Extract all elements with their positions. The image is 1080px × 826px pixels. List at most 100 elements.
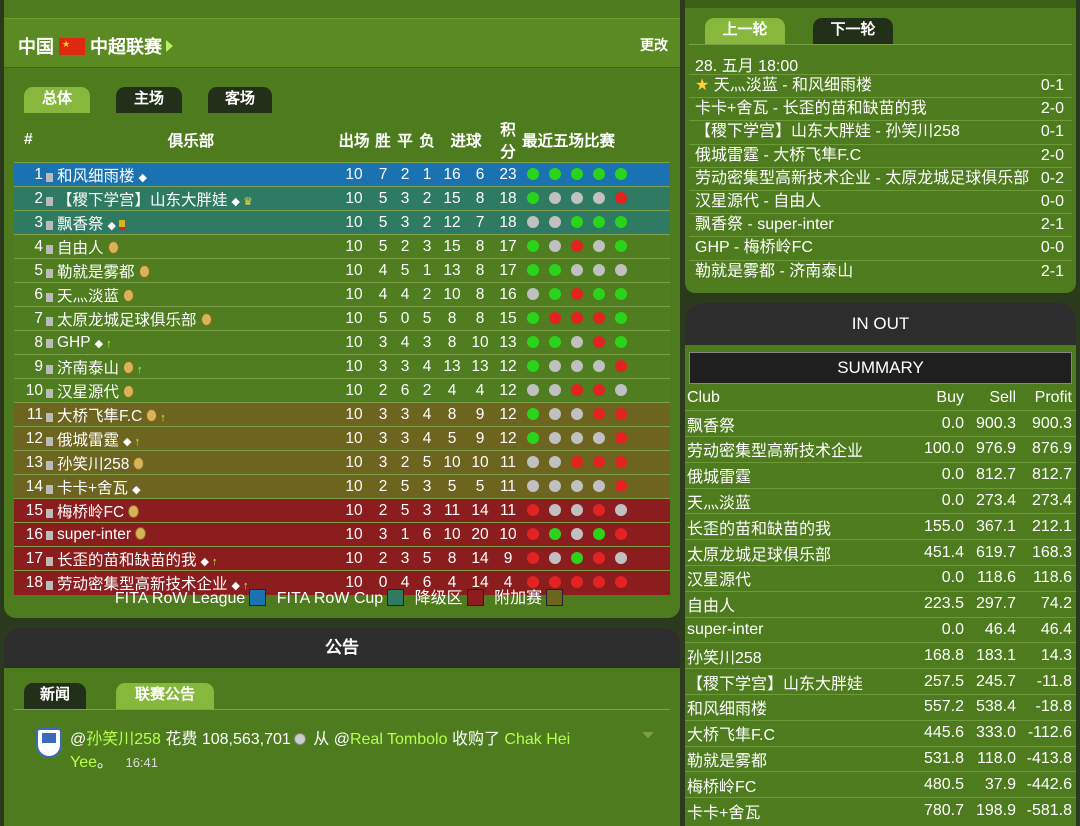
loss-dot-icon[interactable] [549, 311, 561, 324]
draw-dot-icon[interactable] [549, 479, 561, 492]
match-row[interactable]: 劳动密集型高新技术企业 - 太原龙城足球俱乐部 0-2 [689, 166, 1072, 190]
club-name-link[interactable]: 太原龙城足球俱乐部 [57, 312, 197, 329]
standings-row[interactable]: 12 俄城雷霆 ◆ ↑ 10 3 3 4 5 9 12 [14, 426, 670, 451]
club-name-link[interactable]: super-inter [57, 526, 131, 543]
change-league-link[interactable]: 更改 [640, 35, 668, 55]
col-goals[interactable]: 进球 [438, 118, 494, 163]
user-link[interactable]: 孙笑川258 [86, 731, 161, 748]
col-d[interactable]: 平 [394, 118, 416, 163]
draw-dot-icon[interactable] [549, 215, 561, 228]
tab-overall[interactable]: 总体 [24, 87, 90, 113]
loss-dot-icon[interactable] [615, 527, 627, 540]
draw-dot-icon[interactable] [549, 455, 561, 468]
standings-row[interactable]: 7 太原龙城足球俱乐部 10 5 0 5 8 8 15 [14, 306, 670, 331]
loss-dot-icon[interactable] [593, 503, 605, 516]
col-w[interactable]: 胜 [372, 118, 394, 163]
draw-dot-icon[interactable] [549, 239, 561, 252]
match-row[interactable]: 卡卡+舍瓦 - 长歪的苗和缺苗的我 2-0 [689, 97, 1072, 120]
club-name-link[interactable]: 济南泰山 [57, 360, 119, 377]
win-dot-icon[interactable] [527, 311, 539, 324]
club-name-link[interactable]: 孙笑川258 [57, 456, 129, 473]
draw-dot-icon[interactable] [549, 191, 561, 204]
win-dot-icon[interactable] [549, 263, 561, 276]
draw-dot-icon[interactable] [549, 431, 561, 444]
draw-dot-icon[interactable] [615, 383, 627, 396]
match-score[interactable]: 2-1 [1041, 261, 1064, 283]
transfer-club[interactable]: 天灬淡蓝 [685, 487, 912, 514]
draw-dot-icon[interactable] [571, 263, 583, 276]
draw-dot-icon[interactable] [549, 503, 561, 516]
match-teams[interactable]: 勒就是雾都 - 济南泰山 [695, 261, 853, 283]
standings-row[interactable]: 14 卡卡+舍瓦 ◆ 10 2 5 3 5 5 11 [14, 474, 670, 499]
draw-dot-icon[interactable] [593, 431, 605, 444]
match-row[interactable]: 俄城雷霆 - 大桥飞隼F.C 2-0 [689, 143, 1072, 167]
standings-row[interactable]: 6 天灬淡蓝 10 4 4 2 10 8 16 [14, 282, 670, 307]
win-dot-icon[interactable] [593, 167, 605, 180]
standings-row[interactable]: 3 飘香祭 ◆ 10 5 3 2 12 7 18 [14, 210, 670, 235]
match-score[interactable]: 0-1 [1041, 121, 1064, 143]
match-score[interactable]: 0-1 [1041, 75, 1064, 97]
match-score[interactable]: 0-0 [1041, 237, 1064, 259]
col-pos[interactable]: # [14, 118, 46, 163]
chevron-down-icon[interactable] [642, 732, 654, 738]
match-teams[interactable]: GHP - 梅桥岭FC [695, 237, 813, 259]
draw-dot-icon[interactable] [549, 407, 561, 420]
draw-dot-icon[interactable] [571, 527, 583, 540]
club-name-link[interactable]: 梅桥岭FC [57, 504, 124, 521]
loss-dot-icon[interactable] [527, 503, 539, 516]
win-dot-icon[interactable] [571, 167, 583, 180]
col-l[interactable]: 负 [416, 118, 438, 163]
standings-row[interactable]: 9 济南泰山 ↑ 10 3 3 4 13 13 12 [14, 354, 670, 379]
win-dot-icon[interactable] [615, 335, 627, 348]
draw-dot-icon[interactable] [571, 407, 583, 420]
standings-row[interactable]: 15 梅桥岭FC 10 2 5 3 11 14 11 [14, 498, 670, 523]
club-name-link[interactable]: 俄城雷霆 [57, 432, 119, 449]
match-row[interactable]: 【稷下学宫】山东大胖娃 - 孙笑川258 0-1 [689, 120, 1072, 143]
win-dot-icon[interactable] [527, 431, 539, 444]
club-name-link[interactable]: GHP [57, 334, 91, 351]
win-dot-icon[interactable] [527, 263, 539, 276]
tab-news[interactable]: 新闻 [24, 683, 86, 709]
col-pts[interactable]: 积分 [494, 118, 522, 163]
win-dot-icon[interactable] [527, 239, 539, 252]
draw-dot-icon[interactable] [571, 335, 583, 348]
col-club[interactable]: 俱乐部 [46, 118, 336, 163]
transfer-club[interactable]: super-inter [685, 616, 912, 643]
match-score[interactable]: 2-0 [1041, 145, 1064, 167]
draw-dot-icon[interactable] [571, 503, 583, 516]
club-name-link[interactable]: 汉星源代 [57, 384, 119, 401]
draw-dot-icon[interactable] [615, 503, 627, 516]
transfer-club[interactable]: 长歪的苗和缺苗的我 [685, 513, 912, 540]
draw-dot-icon[interactable] [571, 359, 583, 372]
draw-dot-icon[interactable] [593, 479, 605, 492]
transfer-club[interactable]: 勒就是雾都 [685, 745, 912, 772]
standings-row[interactable]: 5 勒就是雾都 10 4 5 1 13 8 17 [14, 258, 670, 283]
prev-round-tab[interactable]: 上一轮 [705, 18, 785, 44]
loss-dot-icon[interactable] [615, 479, 627, 492]
match-row[interactable]: ★ 天灬淡蓝 - 和风细雨楼 0-1 [689, 74, 1072, 97]
transfer-club[interactable]: 【稷下学宫】山东大胖娃 [685, 668, 912, 695]
transfer-club[interactable]: 自由人 [685, 590, 912, 618]
draw-dot-icon[interactable] [527, 479, 539, 492]
win-dot-icon[interactable] [593, 215, 605, 228]
loss-dot-icon[interactable] [571, 287, 583, 300]
win-dot-icon[interactable] [615, 239, 627, 252]
win-dot-icon[interactable] [615, 287, 627, 300]
loss-dot-icon[interactable] [571, 311, 583, 324]
loss-dot-icon[interactable] [615, 431, 627, 444]
draw-dot-icon[interactable] [571, 431, 583, 444]
standings-row[interactable]: 11 大桥飞隼F.C ↑ 10 3 3 4 8 9 12 [14, 402, 670, 427]
standings-row[interactable]: 16 super-inter 10 3 1 6 10 20 10 [14, 522, 670, 547]
standings-row[interactable]: 4 自由人 10 5 2 3 15 8 17 [14, 234, 670, 259]
transfer-club[interactable]: 劳动密集型高新技术企业 [685, 436, 912, 463]
draw-dot-icon[interactable] [527, 215, 539, 228]
club-name-link[interactable]: 勒就是雾都 [57, 264, 135, 281]
draw-dot-icon[interactable] [527, 455, 539, 468]
transfer-club[interactable]: 俄城雷霆 [685, 461, 912, 489]
col-played[interactable]: 出场 [336, 118, 372, 163]
draw-dot-icon[interactable] [549, 359, 561, 372]
loss-dot-icon[interactable] [615, 407, 627, 420]
win-dot-icon[interactable] [571, 551, 583, 564]
match-score[interactable]: 2-1 [1041, 214, 1064, 236]
draw-dot-icon[interactable] [549, 551, 561, 564]
